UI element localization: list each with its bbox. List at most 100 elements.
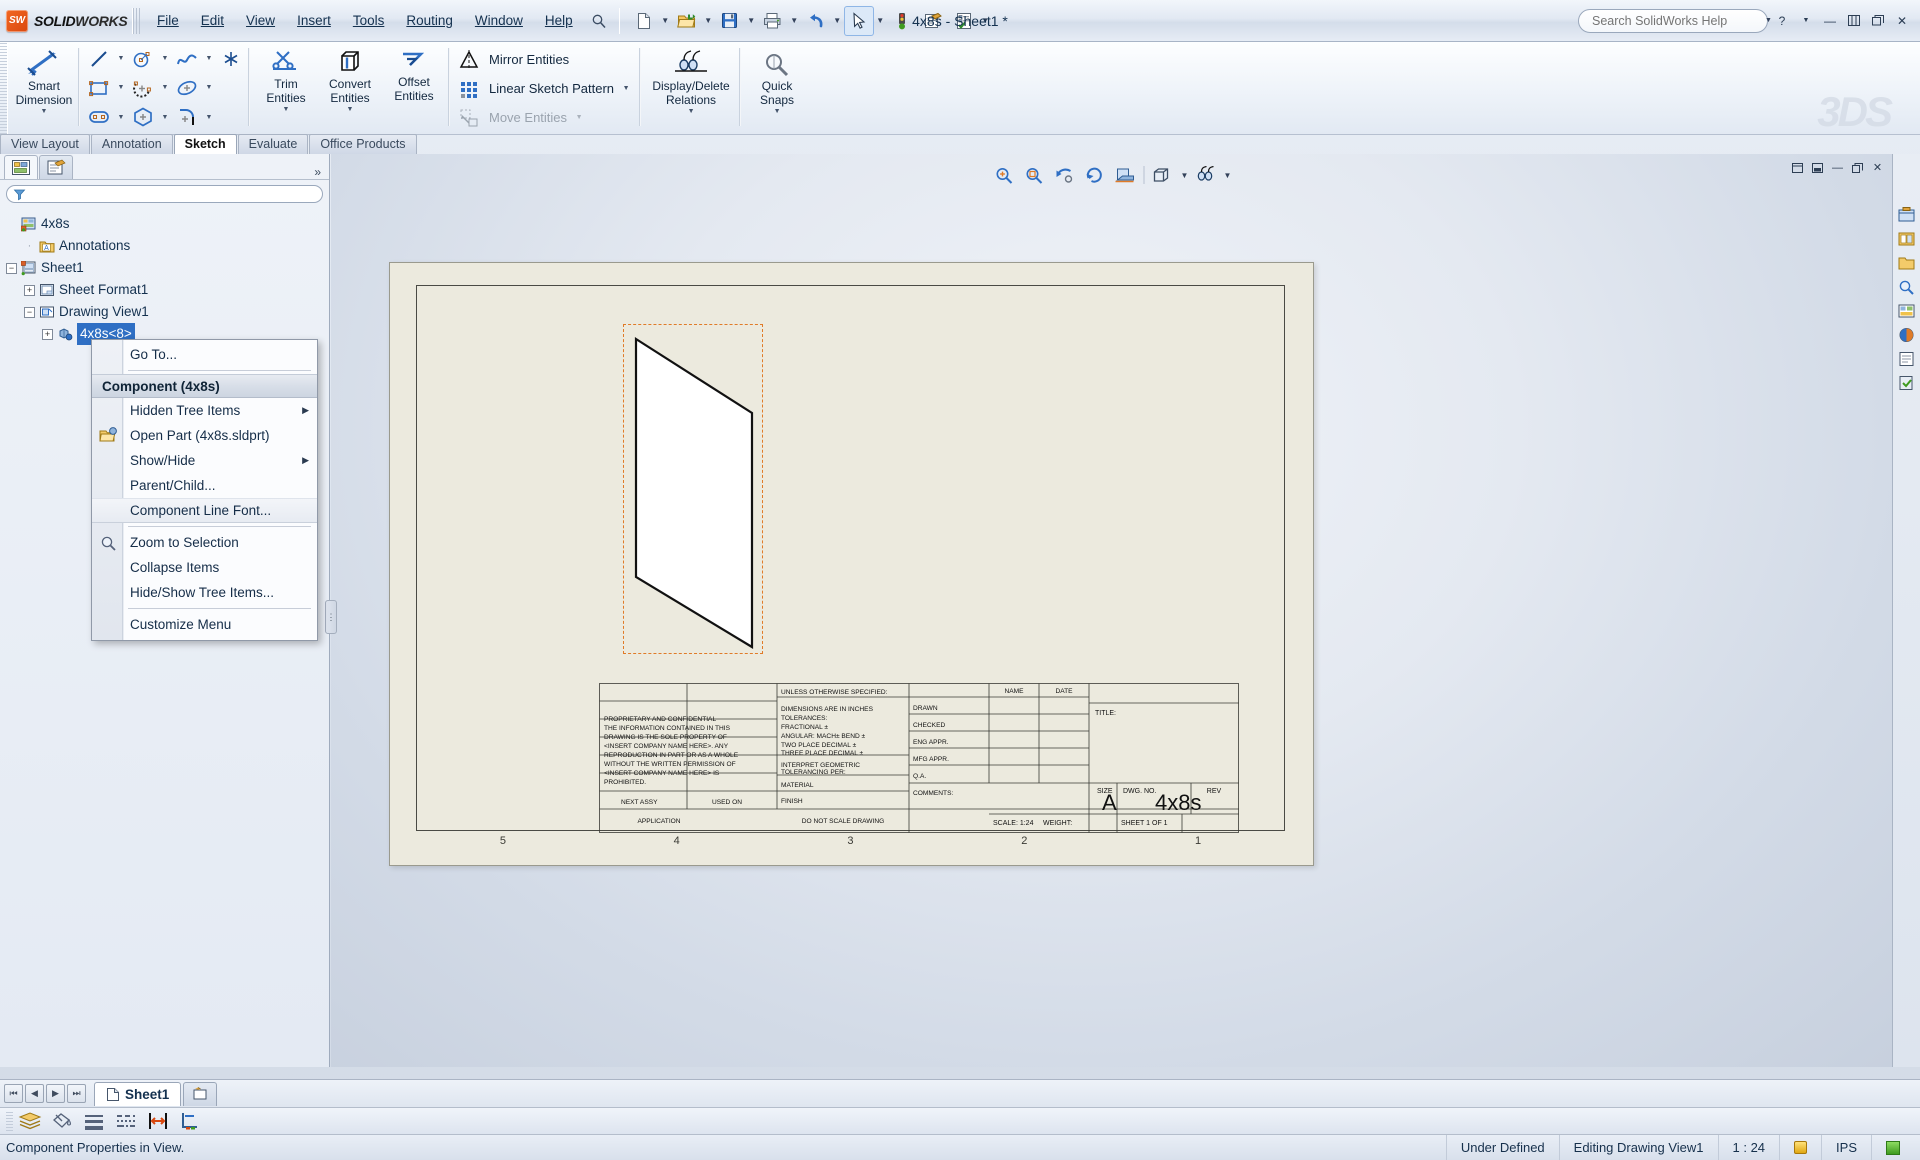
display-style-dropdown-icon[interactable]: ▼ xyxy=(1179,160,1190,190)
rectangle-icon[interactable] xyxy=(84,74,114,102)
context-menu-item-hide-show-tree-items[interactable]: Hide/Show Tree Items... xyxy=(92,580,317,605)
window-minimize-icon[interactable] xyxy=(1809,160,1826,175)
smart-dimension-button[interactable]: Smart Dimension ▼ xyxy=(12,44,76,115)
context-menu-item-hidden-tree-items[interactable]: Hidden Tree Items ▶ xyxy=(92,398,317,423)
add-sheet-button[interactable] xyxy=(183,1081,218,1106)
color-display-icon[interactable] xyxy=(175,1110,205,1133)
new-file-icon[interactable] xyxy=(629,6,659,36)
panel-expand-chevron[interactable]: » xyxy=(314,165,329,179)
tree-expander-sheet-format1[interactable]: + xyxy=(24,284,35,296)
convert-entities-dropdown-icon[interactable]: ▼ xyxy=(347,106,354,113)
previous-view-icon[interactable] xyxy=(1050,163,1078,187)
window-close-button[interactable]: ✕ xyxy=(1869,160,1886,175)
section-view-icon[interactable] xyxy=(1110,163,1138,187)
convert-entities-button[interactable]: Convert Entities ▼ xyxy=(318,44,382,113)
menu-window[interactable]: Window xyxy=(464,9,534,32)
solidworks-resources-icon[interactable] xyxy=(1896,204,1918,226)
design-library-icon[interactable] xyxy=(1896,228,1918,250)
line-style-icon[interactable] xyxy=(111,1110,141,1133)
view-palette-icon[interactable] xyxy=(1896,300,1918,322)
trim-entities-button[interactable]: Trim Entities ▼ xyxy=(254,44,318,113)
drawing-sheet[interactable]: PROPRIETARY AND CONFIDENTIAL THE INFORMA… xyxy=(389,262,1314,866)
close-button[interactable]: ✕ xyxy=(1892,12,1912,30)
tree-item-sheet-format1[interactable]: + Sheet Format1 xyxy=(6,279,327,301)
menu-view[interactable]: View xyxy=(235,9,286,32)
new-file-dropdown-icon[interactable]: ▼ xyxy=(660,6,671,36)
feature-tree-filter[interactable] xyxy=(6,185,323,203)
property-manager-tab[interactable] xyxy=(39,155,73,179)
hide-edge-icon[interactable] xyxy=(143,1110,173,1133)
tree-item-annotations[interactable]: · A Annotations xyxy=(6,235,327,257)
spline-dropdown-icon[interactable]: ▼ xyxy=(202,45,216,73)
line-dropdown-icon[interactable]: ▼ xyxy=(114,45,128,73)
move-entities-button[interactable]: Move Entities ▼ xyxy=(454,103,590,132)
cursor-arrow-icon[interactable] xyxy=(843,5,874,36)
undo-dropdown-icon[interactable]: ▼ xyxy=(832,6,843,36)
context-menu-item-component-line-font[interactable]: Component Line Font... xyxy=(92,498,317,523)
quick-snaps-dropdown-icon[interactable]: ▼ xyxy=(774,108,781,115)
ellipse-icon[interactable] xyxy=(172,74,202,102)
menu-routing[interactable]: Routing xyxy=(395,9,464,32)
last-sheet-button[interactable]: ⏭ xyxy=(67,1084,86,1103)
slot-dropdown-icon[interactable]: ▼ xyxy=(114,103,128,131)
previous-sheet-button[interactable]: ◀ xyxy=(25,1084,44,1103)
select-dropdown-icon[interactable]: ▼ xyxy=(875,6,886,36)
layers-icon[interactable] xyxy=(15,1110,45,1133)
traffic-light-icon[interactable] xyxy=(887,6,917,36)
zoom-area-icon[interactable] xyxy=(1020,163,1048,187)
tab-annotation[interactable]: Annotation xyxy=(90,134,173,154)
mirror-entities-button[interactable]: Mirror Entities xyxy=(454,45,573,74)
tab-view-layout[interactable]: View Layout xyxy=(0,134,90,154)
search-input[interactable] xyxy=(1590,12,1755,29)
move-entities-dropdown-icon[interactable]: ▼ xyxy=(572,104,586,132)
menu-search-icon[interactable] xyxy=(584,6,614,36)
line-thickness-icon[interactable] xyxy=(79,1110,109,1133)
file-explorer-icon[interactable] xyxy=(1896,252,1918,274)
menu-grip[interactable] xyxy=(132,7,142,34)
display-style-icon[interactable] xyxy=(1149,163,1177,187)
tile-window-icon[interactable] xyxy=(1789,160,1806,175)
linear-sketch-pattern-button[interactable]: Linear Sketch Pattern ▼ xyxy=(454,74,637,103)
rebuild-circular-icon[interactable] xyxy=(1080,163,1108,187)
undo-arrow-icon[interactable] xyxy=(801,6,831,36)
menu-insert[interactable]: Insert xyxy=(286,9,342,32)
feature-manager-tab[interactable] xyxy=(4,155,38,179)
tree-item-drawing-view1[interactable]: − Drawing View1 xyxy=(6,301,327,323)
quick-snaps-button[interactable]: Quick Snaps ▼ xyxy=(745,44,809,115)
arc-dropdown-icon[interactable]: ▼ xyxy=(158,74,172,102)
paint-can-icon[interactable] xyxy=(47,1110,77,1133)
context-menu-item-customize-menu[interactable]: Customize Menu xyxy=(92,612,317,637)
tree-expander-sheet1[interactable]: − xyxy=(6,262,17,274)
print-dropdown-icon[interactable]: ▼ xyxy=(789,6,800,36)
help-dropdown-icon[interactable]: ▼ xyxy=(1796,12,1816,30)
tree-expander-component-4x8s[interactable]: + xyxy=(42,328,53,340)
window-minimize-button[interactable]: — xyxy=(1829,160,1846,175)
display-delete-relations-dropdown-icon[interactable]: ▼ xyxy=(688,108,695,115)
context-menu-item-go-to[interactable]: Go To... xyxy=(92,342,317,367)
title-block[interactable]: PROPRIETARY AND CONFIDENTIAL THE INFORMA… xyxy=(599,683,1239,833)
save-disk-icon[interactable] xyxy=(715,6,745,36)
ellipse-dropdown-icon[interactable]: ▼ xyxy=(202,74,216,102)
printer-icon[interactable] xyxy=(758,6,788,36)
options-gear-icon[interactable] xyxy=(918,6,948,36)
tree-item-4x8s[interactable]: 4x8s xyxy=(6,213,327,235)
fillet-icon[interactable] xyxy=(172,103,202,131)
sheet-tab-sheet1[interactable]: Sheet1 xyxy=(94,1081,182,1106)
arc-icon[interactable] xyxy=(128,74,158,102)
appearances-icon[interactable] xyxy=(1896,324,1918,346)
drawing-view-1[interactable] xyxy=(623,324,763,654)
tab-sketch[interactable]: Sketch xyxy=(173,134,237,154)
save-dropdown-icon[interactable]: ▼ xyxy=(746,6,757,36)
custom-properties-icon[interactable] xyxy=(1896,348,1918,370)
status-units[interactable]: IPS xyxy=(1821,1134,1871,1160)
minimize-button[interactable]: — xyxy=(1820,12,1840,30)
point-icon[interactable] xyxy=(216,45,246,73)
fillet-dropdown-icon[interactable]: ▼ xyxy=(202,103,216,131)
offset-entities-button[interactable]: Offset Entities xyxy=(382,44,446,102)
circle-dropdown-icon[interactable]: ▼ xyxy=(158,45,172,73)
view-settings-icon[interactable] xyxy=(1192,163,1220,187)
menu-tools[interactable]: Tools xyxy=(342,9,396,32)
line-icon[interactable] xyxy=(84,45,114,73)
trim-entities-dropdown-icon[interactable]: ▼ xyxy=(283,106,290,113)
search-dropdown-icon[interactable]: ▼ xyxy=(1765,17,1772,24)
